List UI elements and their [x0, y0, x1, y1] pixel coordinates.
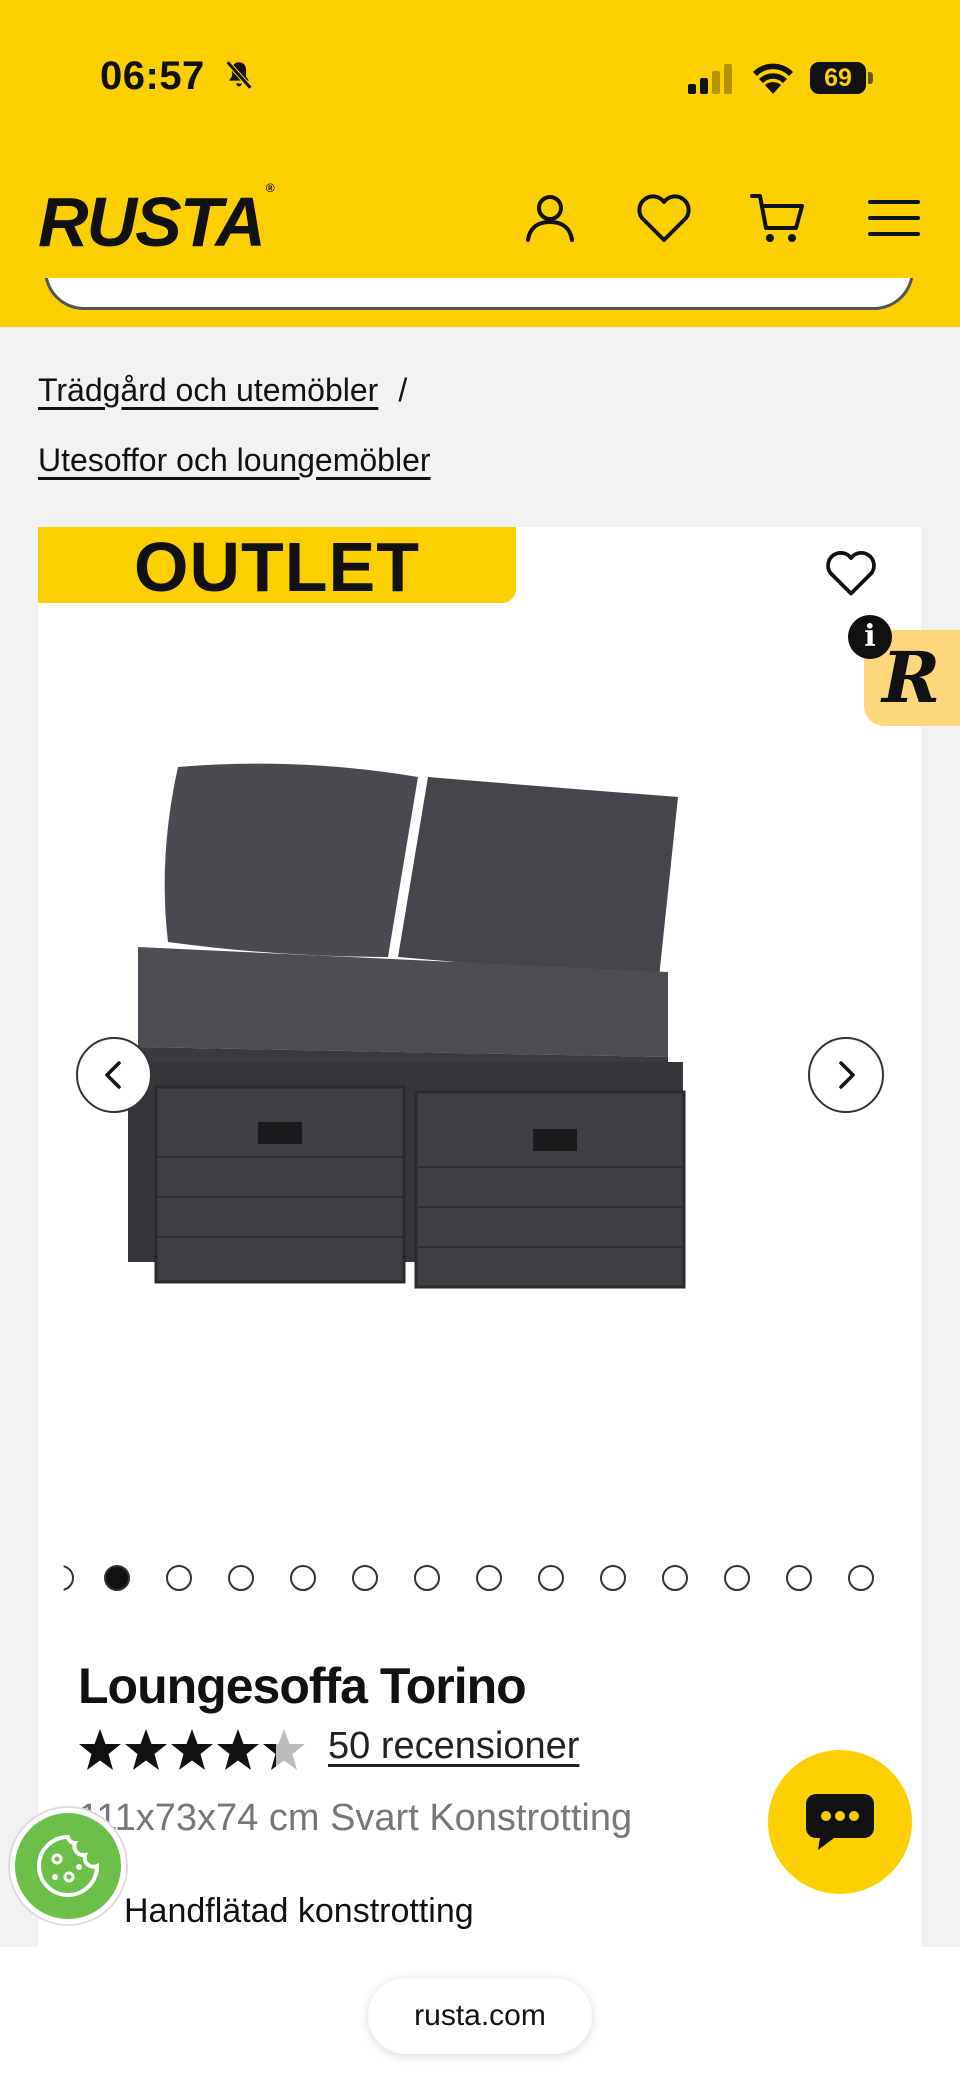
favorite-heart-icon[interactable]: [823, 545, 879, 601]
wifi-icon: [753, 63, 793, 94]
gallery-prev-button[interactable]: [76, 1037, 152, 1113]
gallery-pagination: [63, 1565, 908, 1595]
rusta-logo[interactable]: RUSTA ®: [38, 181, 275, 262]
chevron-right-icon: [839, 1061, 855, 1089]
account-icon[interactable]: [520, 188, 580, 248]
gallery-dot[interactable]: [538, 1565, 564, 1591]
cellular-signal-icon: [688, 64, 732, 94]
outlet-badge: OUTLET: [38, 527, 516, 606]
product-title: Loungesoffa Torino: [78, 1658, 527, 1714]
product-image[interactable]: [78, 757, 878, 1357]
rating-stars[interactable]: [78, 1725, 314, 1775]
gallery-dot[interactable]: [352, 1565, 378, 1591]
gallery-dot[interactable]: [290, 1565, 316, 1591]
info-icon[interactable]: i: [848, 615, 892, 659]
gallery-dot[interactable]: [662, 1565, 688, 1591]
gallery-next-button[interactable]: [808, 1037, 884, 1113]
breadcrumb-line-2: Utesoffor och loungemöbler: [38, 442, 431, 479]
breadcrumb-separator: /: [398, 372, 408, 408]
gallery-dot[interactable]: [414, 1565, 440, 1591]
chat-bubble-icon: [806, 1794, 874, 1850]
r-widget-label: R: [882, 636, 941, 719]
url-bar[interactable]: rusta.com: [368, 1978, 592, 2054]
gallery-dot[interactable]: [228, 1565, 254, 1591]
breadcrumb-link-lounge[interactable]: Utesoffor och loungemöbler: [38, 442, 431, 478]
breadcrumb-link-garden[interactable]: Trädgård och utemöbler: [38, 372, 378, 408]
top-header: 06:57 69 RUSTA ®: [0, 0, 960, 327]
battery-level: 69: [810, 62, 866, 94]
wishlist-heart-icon[interactable]: [634, 188, 694, 248]
gallery-dot[interactable]: [476, 1565, 502, 1591]
gallery-dot[interactable]: [166, 1565, 192, 1591]
breadcrumb: Trädgård och utemöbler /: [38, 372, 407, 409]
product-spec: 111x73x74 cm Svart Konstrotting: [78, 1797, 633, 1839]
cart-icon[interactable]: [748, 188, 808, 248]
gallery-dot[interactable]: [724, 1565, 750, 1591]
browser-bottom-bar: rusta.com: [0, 1947, 960, 2087]
cookie-icon: [37, 1834, 100, 1897]
gallery-dot-active[interactable]: [104, 1565, 130, 1591]
gallery-dot[interactable]: [848, 1565, 874, 1591]
bell-muted-icon: [225, 60, 253, 90]
cookie-consent-button[interactable]: [10, 1808, 126, 1924]
reviews-link[interactable]: 50 recensioner: [328, 1725, 579, 1768]
gallery-dot[interactable]: [786, 1565, 812, 1591]
menu-icon[interactable]: [864, 188, 924, 248]
chevron-left-icon: [105, 1061, 121, 1089]
product-card: OUTLET Loungesoffa Torino 50 recensioner…: [38, 527, 921, 1947]
status-time: 06:57: [100, 54, 205, 98]
chat-button[interactable]: [768, 1750, 912, 1894]
battery-icon: 69: [810, 62, 874, 94]
gallery-dot[interactable]: [63, 1565, 74, 1591]
product-feature: Handflätad konstrotting: [124, 1892, 474, 1930]
status-bar: 06:57 69: [0, 0, 960, 150]
gallery-dot[interactable]: [600, 1565, 626, 1591]
